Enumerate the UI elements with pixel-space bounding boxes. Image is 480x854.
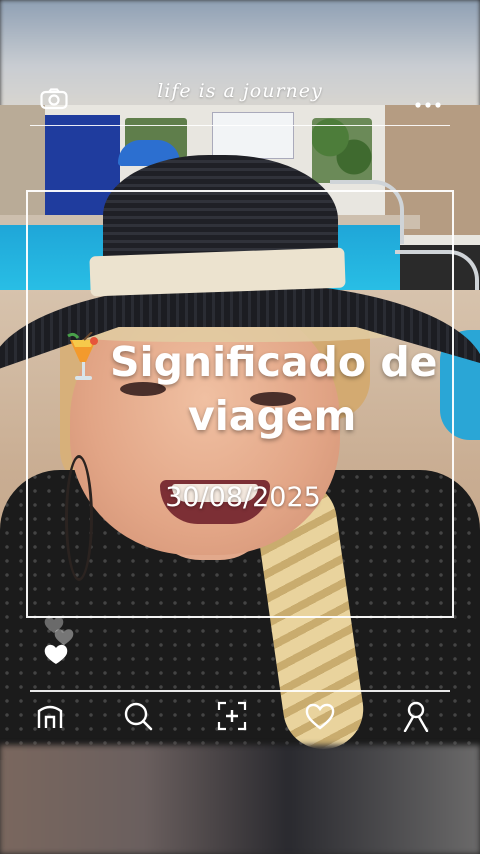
- vertical-garden: [312, 118, 372, 183]
- post-headline: Significado de viagem: [110, 335, 450, 443]
- add-photo-icon[interactable]: [214, 698, 250, 734]
- heart-filled-icon: [44, 644, 68, 664]
- camera-icon[interactable]: [40, 88, 68, 110]
- profile-icon[interactable]: [398, 698, 434, 734]
- more-dots-icon[interactable]: [414, 96, 442, 108]
- bottom-nav: [0, 690, 480, 745]
- wall-sign: [212, 112, 294, 159]
- tropical-drink-icon: [64, 331, 102, 384]
- home-icon[interactable]: [32, 698, 68, 734]
- headline-line-1: Significado de: [110, 338, 438, 386]
- heart-outline-icon: [54, 629, 74, 645]
- post-date: 30/08/2025: [165, 482, 321, 513]
- search-icon[interactable]: [120, 698, 156, 734]
- floating-hearts: [40, 610, 80, 670]
- headline-line-2: viagem: [188, 392, 357, 440]
- blurred-bottom-area: [0, 745, 480, 854]
- header-title: life is a journey: [157, 80, 323, 102]
- heart-icon[interactable]: [302, 698, 338, 734]
- frame-top-line: [30, 125, 450, 126]
